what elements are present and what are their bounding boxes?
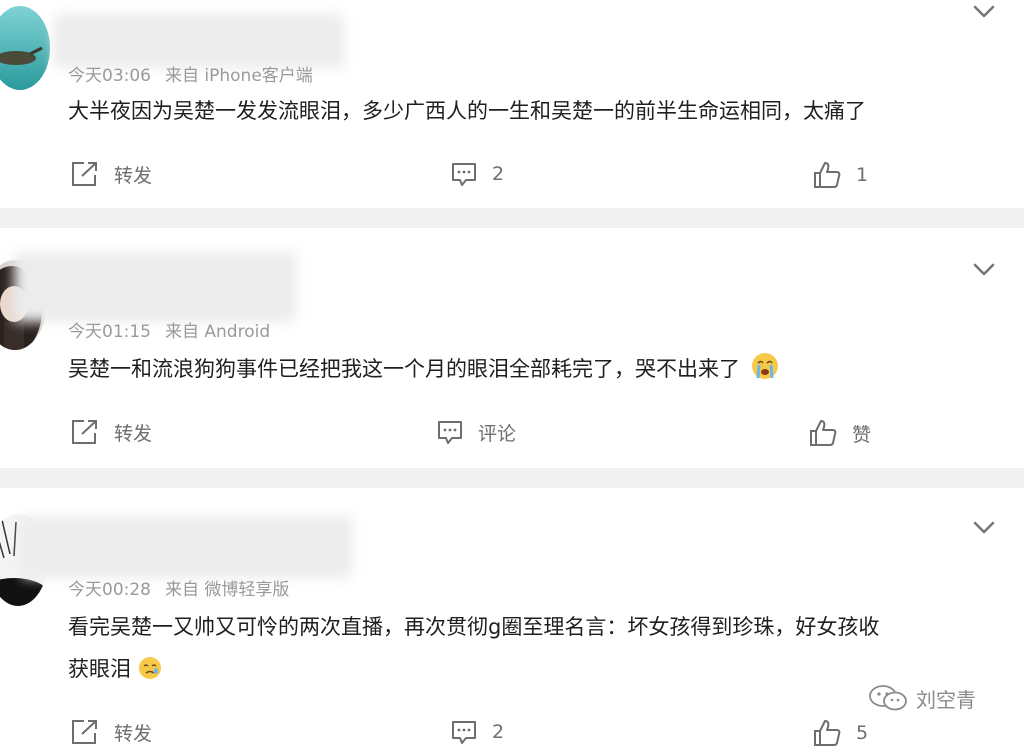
separator xyxy=(0,208,1024,228)
comment-text: 吴楚一和流浪狗狗事件已经把我这一个月的眼泪全部耗完了，哭不出来了 xyxy=(68,357,740,381)
separator xyxy=(0,468,1024,488)
comment-text-line-2-row: 获眼泪 xyxy=(68,652,162,686)
repost-button[interactable]: 转发 xyxy=(70,418,152,446)
avatar[interactable] xyxy=(0,6,50,90)
thumbs-up-icon xyxy=(814,162,841,188)
watermark: 刘空青 xyxy=(868,683,976,713)
comment-button[interactable]: 2 xyxy=(450,718,504,746)
source: 来自 iPhone客户端 xyxy=(165,66,313,86)
username-redacted xyxy=(14,252,296,322)
repost-label: 转发 xyxy=(114,164,153,187)
share-icon xyxy=(72,420,97,444)
timestamp: 今天03:06 xyxy=(68,66,151,86)
comment-card: 今天01:15 来自 Android 吴楚一和流浪狗狗事件已经把我这一个月的眼泪全… xyxy=(0,228,1024,468)
thumbs-up-icon xyxy=(814,720,841,746)
comment-card: 今天03:06 来自 iPhone客户端 大半夜因为吴楚一发发流眼泪，多少广西人的… xyxy=(0,0,1024,208)
comment-count: 2 xyxy=(492,721,505,743)
like-button[interactable]: 5 xyxy=(812,718,868,748)
like-label: 赞 xyxy=(852,423,872,446)
username-redacted xyxy=(22,516,352,578)
comment-text-line-2: 获眼泪 xyxy=(68,657,131,681)
like-count: 5 xyxy=(856,722,869,744)
wechat-icon xyxy=(869,685,907,711)
source: 来自 Android xyxy=(165,322,271,342)
comment-button[interactable]: 2 xyxy=(450,160,504,188)
comment-icon xyxy=(452,163,476,186)
like-button[interactable]: 1 xyxy=(812,160,868,190)
share-icon xyxy=(72,720,97,744)
username-redacted xyxy=(54,14,344,68)
chevron-down-icon[interactable] xyxy=(972,4,996,20)
comment-text: 大半夜因为吴楚一发发流眼泪，多少广西人的一生和吴楚一的前半生命运相同，太痛了 xyxy=(68,99,866,123)
timestamp: 今天01:15 xyxy=(68,322,151,342)
comment-text-row: 吴楚一和流浪狗狗事件已经把我这一个月的眼泪全部耗完了，哭不出来了 xyxy=(68,352,779,386)
comment-meta: 今天01:15 来自 Android xyxy=(68,322,284,342)
repost-label: 转发 xyxy=(114,722,153,745)
comment-count: 2 xyxy=(492,163,505,185)
comment-text-line-1: 看完吴楚一又帅又可怜的两次直播，再次贯彻g圈至理名言：坏女孩得到珍珠，好女孩收 xyxy=(68,615,880,639)
watermark-label: 刘空青 xyxy=(916,687,976,712)
comment-label: 评论 xyxy=(478,422,517,445)
repost-button[interactable]: 转发 xyxy=(70,160,152,188)
comment-meta: 今天03:06 来自 iPhone客户端 xyxy=(68,66,327,86)
like-button[interactable]: 赞 xyxy=(808,418,871,448)
comment-icon xyxy=(438,421,462,444)
source: 来自 微博轻享版 xyxy=(165,580,290,600)
comment-icon xyxy=(452,721,476,744)
like-count: 1 xyxy=(856,164,869,186)
comment-meta: 今天00:28 来自 微博轻享版 xyxy=(68,580,303,600)
crying-face-emoji-icon xyxy=(751,353,778,379)
timestamp: 今天00:28 xyxy=(68,580,151,600)
chevron-down-icon[interactable] xyxy=(972,262,996,278)
chevron-down-icon[interactable] xyxy=(972,520,996,536)
thumbs-up-icon xyxy=(810,420,837,446)
repost-button[interactable]: 转发 xyxy=(70,718,152,746)
sad-tear-emoji-icon xyxy=(138,657,161,679)
comment-button[interactable]: 评论 xyxy=(436,418,516,446)
repost-label: 转发 xyxy=(114,422,153,445)
sea-turtle-avatar-icon xyxy=(0,6,50,90)
share-icon xyxy=(72,162,97,186)
